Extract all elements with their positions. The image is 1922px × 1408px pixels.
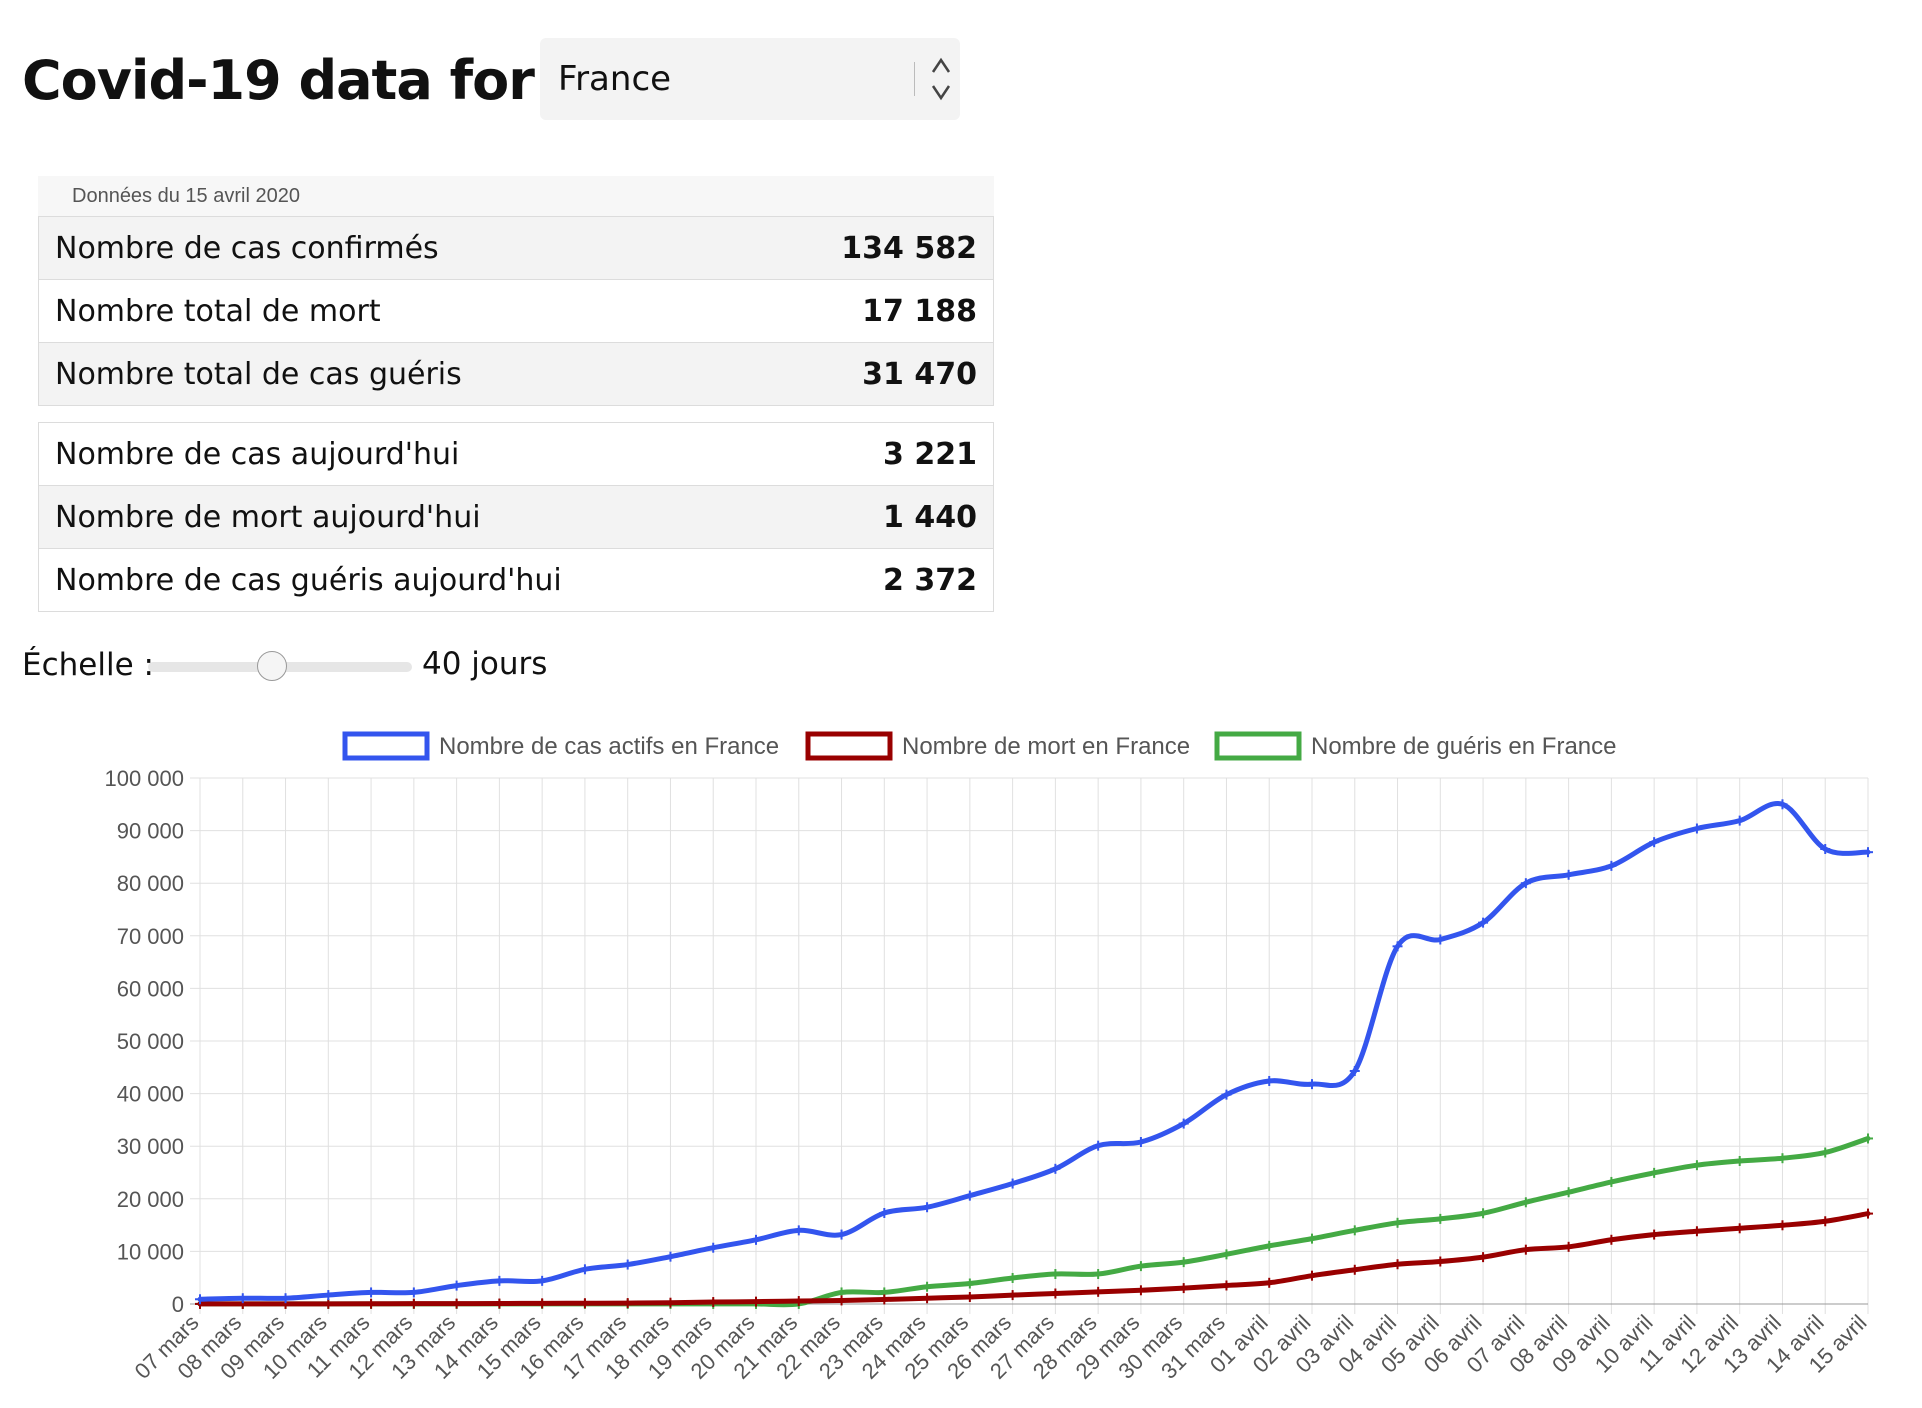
- y-tick-label: 70 000: [117, 924, 184, 949]
- y-tick-label: 60 000: [117, 976, 184, 1001]
- page-header: Covid-19 data for France: [22, 38, 960, 122]
- stat-value: 2 372: [812, 548, 995, 612]
- y-tick-label: 30 000: [117, 1134, 184, 1159]
- legend-label: Nombre de cas actifs en France: [439, 733, 779, 760]
- stat-value: 3 221: [812, 422, 995, 486]
- y-tick-label: 50 000: [117, 1029, 184, 1054]
- table-row: Nombre de cas aujourd'hui 3 221: [38, 422, 995, 486]
- scale-slider[interactable]: [148, 651, 412, 681]
- y-tick-label: 100 000: [104, 766, 184, 791]
- stat-label: Nombre de cas guéris aujourd'hui: [38, 548, 813, 612]
- stat-value: 1 440: [812, 485, 995, 549]
- stats-panel: Données du 15 avril 2020 Nombre de cas c…: [38, 176, 995, 612]
- country-select-value: France: [558, 59, 672, 99]
- table-row: Nombre de mort aujourd'hui 1 440: [38, 485, 995, 549]
- legend-swatch: [805, 731, 893, 761]
- select-divider: [914, 62, 915, 96]
- scale-value: 40 jours: [422, 646, 548, 682]
- totals-table: Nombre de cas confirmés 134 582 Nombre t…: [38, 216, 995, 406]
- line-chart: 010 00020 00030 00040 00050 00060 00070 …: [104, 731, 1873, 1384]
- series-line: [197, 1135, 1871, 1308]
- country-select[interactable]: France: [540, 38, 960, 120]
- today-table: Nombre de cas aujourd'hui 3 221 Nombre d…: [38, 422, 995, 612]
- table-row: Nombre total de cas guéris 31 470: [38, 342, 995, 406]
- stat-label: Nombre total de cas guéris: [38, 342, 730, 406]
- series-line: [197, 1211, 1871, 1307]
- stat-value: 31 470: [729, 342, 995, 406]
- updown-arrows-icon: [926, 52, 956, 106]
- y-tick-label: 80 000: [117, 871, 184, 896]
- table-row: Nombre total de mort 17 188: [38, 279, 995, 343]
- stat-label: Nombre de mort aujourd'hui: [38, 485, 813, 549]
- y-tick-label: 10 000: [117, 1239, 184, 1264]
- series-line: [197, 801, 1871, 1302]
- stat-label: Nombre de cas confirmés: [38, 216, 730, 280]
- scale-control: Échelle : 40 jours: [22, 640, 547, 690]
- legend-swatch: [342, 731, 430, 761]
- page-title: Covid-19 data for: [22, 48, 535, 112]
- stat-label: Nombre de cas aujourd'hui: [38, 422, 813, 486]
- slider-thumb[interactable]: [257, 651, 288, 681]
- table-row: Nombre de cas confirmés 134 582: [38, 216, 995, 280]
- stat-value: 17 188: [729, 279, 995, 343]
- y-tick-label: 90 000: [117, 819, 184, 844]
- stat-label: Nombre total de mort: [38, 279, 730, 343]
- legend-label: Nombre de guéris en France: [1311, 733, 1616, 760]
- stat-value: 134 582: [729, 216, 995, 280]
- table-row: Nombre de cas guéris aujourd'hui 2 372: [38, 548, 995, 612]
- y-tick-label: 40 000: [117, 1082, 184, 1107]
- scale-label: Échelle :: [22, 647, 154, 683]
- stats-date-caption: Données du 15 avril 2020: [38, 176, 994, 216]
- y-tick-label: 20 000: [117, 1187, 184, 1212]
- legend-label: Nombre de mort en France: [902, 733, 1190, 760]
- legend-swatch: [1214, 731, 1302, 761]
